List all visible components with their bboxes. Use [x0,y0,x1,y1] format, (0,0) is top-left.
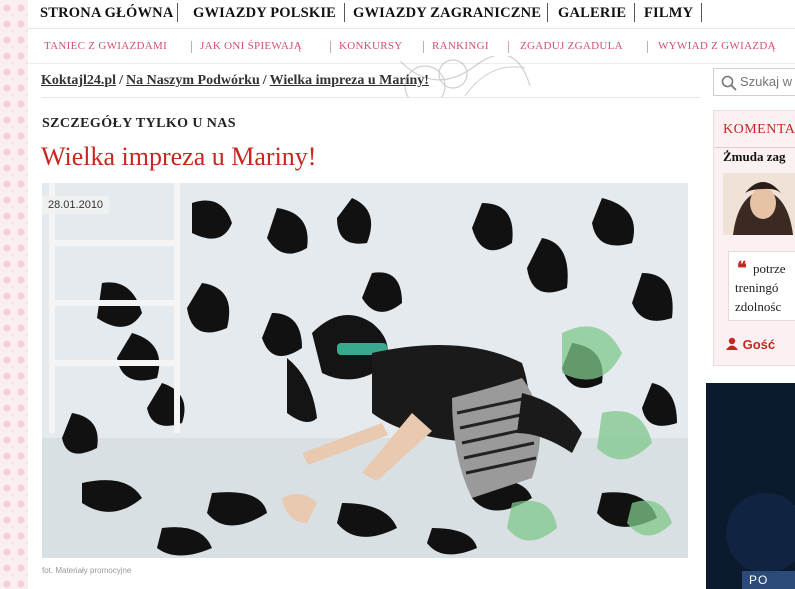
breadcrumb-separator: / [119,73,123,88]
subnav-separator [647,41,648,53]
comment-guest-author: Gość [725,337,775,352]
nav-item-films[interactable]: FILMY [644,5,693,22]
breadcrumb-separator: / [262,73,267,88]
subnav-separator [508,41,509,53]
breadcrumb-home-link[interactable]: Koktajl24.pl [41,73,116,88]
nav-separator [177,3,178,22]
breadcrumb-divider [41,97,700,98]
photo-caption: fot. Materiały promocyjne [42,566,132,575]
subnav-item-dancing[interactable]: TANIEC Z GWIAZDAMI [44,40,167,52]
nav-separator [701,3,702,22]
subnav-item-rankings[interactable]: RANKINGI [432,40,489,52]
nav-separator [634,3,635,22]
nav-item-polish-stars[interactable]: GWIAZDY POLSKIE [193,5,336,22]
ad-button[interactable]: PO [742,571,795,589]
main-navigation: STRONA GŁÓWNA GWIAZDY POLSKIE GWIAZDY ZA… [28,0,795,29]
article-date-badge: 28.01.2010 [42,196,110,214]
subnav-separator [191,41,192,53]
comments-header-divider [714,147,795,148]
nav-item-galleries[interactable]: GALERIE [558,5,626,22]
user-icon [726,337,738,350]
article-photo[interactable] [42,183,688,558]
nav-item-home[interactable]: STRONA GŁÓWNA [40,5,174,22]
comment-text-line: potrze [753,261,786,276]
search-box [713,68,795,96]
subnav-item-singing[interactable]: JAK ONI ŚPIEWAJĄ [200,40,302,52]
article-title: Wielka impreza u Mariny! [41,142,317,171]
subnav-item-quiz[interactable]: ZGADUJ ZGADULA [520,40,623,52]
breadcrumb: Koktajl24.pl / Na Naszym Podwórku / Wielka i… [41,73,429,89]
nav-separator [344,3,345,22]
subnav-item-contests[interactable]: KONKURSY [339,40,403,52]
subnav-separator [330,41,331,53]
subnav-item-interview[interactable]: WYWIAD Z GWIAZDĄ [658,40,776,52]
comment-thumbnail[interactable] [723,173,795,235]
nav-separator [547,3,548,22]
comment-quote[interactable]: ❝ potrze treningó zdolnośc [728,251,795,321]
advertisement-banner[interactable]: PO [706,383,795,589]
article-kicker: SZCZEGÓŁY TYLKO U NAS [42,116,236,131]
comments-header: KOMENTA [723,122,795,137]
quote-icon: ❝ [737,258,747,278]
comment-text-line: treningó [735,280,779,295]
guest-label: Gość [742,337,776,352]
nav-item-foreign-stars[interactable]: GWIAZDY ZAGRANICZNE [353,5,541,22]
search-icon[interactable] [721,75,737,91]
comments-widget: KOMENTA Żmuda zag ❝ potrze treningó zdol… [713,110,795,366]
subnav-separator [423,41,424,53]
search-input[interactable] [740,74,795,89]
comment-text-line: zdolnośc [735,299,782,314]
breadcrumb-section-link[interactable]: Na Naszym Podwórku [126,73,260,88]
decorative-side-pattern [0,0,28,589]
comment-article-link[interactable]: Żmuda zag [723,149,785,165]
breadcrumb-current-link[interactable]: Wielka impreza u Mariny! [270,73,429,88]
